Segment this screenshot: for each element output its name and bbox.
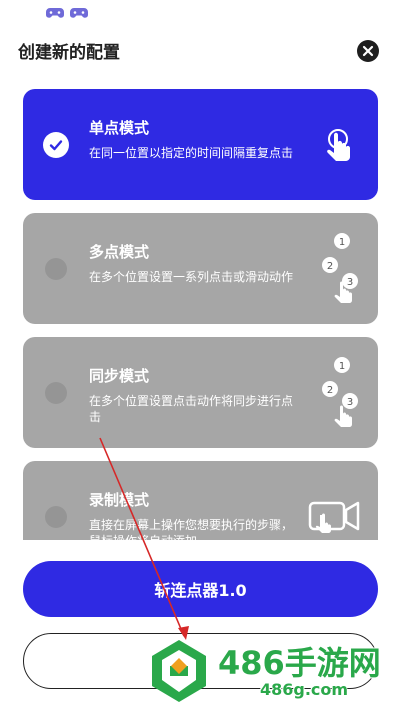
- watermark: 486手游网 486g.com: [140, 630, 400, 710]
- radio-button[interactable]: [45, 258, 67, 280]
- close-icon: [362, 45, 374, 57]
- svg-text:1: 1: [339, 361, 345, 372]
- gamepad-icon: [70, 6, 88, 20]
- status-bar: [0, 0, 400, 28]
- radio-button[interactable]: [45, 382, 67, 404]
- start-button[interactable]: 斩连点器1.0: [23, 561, 378, 617]
- selected-check-icon: [43, 132, 69, 158]
- svg-text:3: 3: [347, 277, 353, 288]
- radio-button[interactable]: [45, 506, 67, 528]
- mode-description: 在多个位置设置一系列点击或滑动动作: [89, 270, 294, 284]
- mode-description: 在多个位置设置点击动作将同步进行点击: [89, 394, 294, 424]
- mode-card-single-tap[interactable]: 单点模式 在同一位置以指定的时间间隔重复点击: [23, 89, 378, 200]
- svg-text:2: 2: [327, 261, 333, 272]
- mode-card-record[interactable]: 录制模式 直接在屏幕上操作您想要执行的步骤，鼠标操作将自动添加: [23, 461, 378, 540]
- watermark-url: 486g.com: [260, 680, 349, 699]
- sync-tap-icon: 1 2 3: [306, 355, 362, 431]
- svg-text:3: 3: [347, 397, 353, 408]
- mode-title: 同步模式: [89, 367, 150, 385]
- record-icon: [306, 479, 362, 540]
- mode-description: 在同一位置以指定的时间间隔重复点击: [89, 146, 294, 160]
- mode-card-sync-tap[interactable]: 同步模式 在多个位置设置点击动作将同步进行点击 1 2 3: [23, 337, 378, 448]
- mode-list[interactable]: 单点模式 在同一位置以指定的时间间隔重复点击 多点模式 在多个位置设置一系列点击…: [0, 80, 400, 540]
- watermark-logo-icon: [144, 636, 214, 706]
- single-tap-icon: [306, 107, 362, 183]
- multi-tap-icon: 1 2 3: [306, 231, 362, 307]
- mode-title: 多点模式: [89, 243, 150, 261]
- svg-text:1: 1: [339, 237, 345, 248]
- watermark-brand: 486手游网: [218, 644, 381, 682]
- close-button[interactable]: [357, 40, 379, 62]
- page-title: 创建新的配置: [18, 43, 120, 63]
- mode-title: 录制模式: [89, 491, 150, 509]
- mode-title: 单点模式: [89, 119, 150, 137]
- mode-card-multi-tap[interactable]: 多点模式 在多个位置设置一系列点击或滑动动作 1 2 3: [23, 213, 378, 324]
- gamepad-icon: [46, 6, 64, 20]
- mode-description: 直接在屏幕上操作您想要执行的步骤，鼠标操作将自动添加: [89, 518, 294, 540]
- svg-text:2: 2: [327, 385, 333, 396]
